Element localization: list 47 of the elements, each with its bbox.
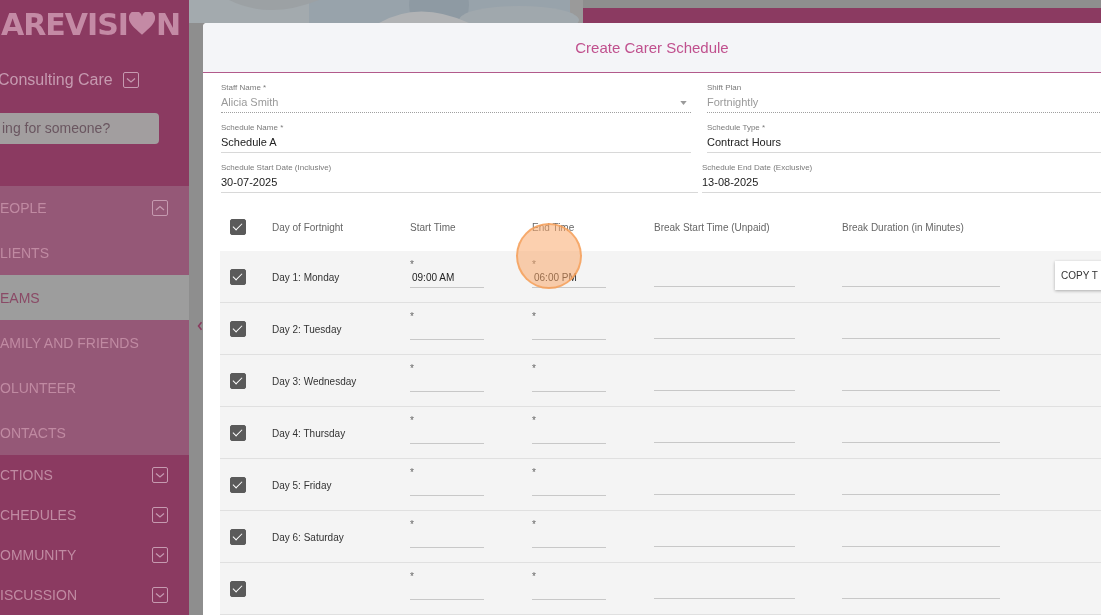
collapse-icon[interactable] [152,200,168,216]
checkbox[interactable] [230,476,246,493]
input-field[interactable]: Schedule Type * Contract Hours [707,122,1101,153]
expand-icon[interactable] [152,507,168,523]
checkbox[interactable] [230,219,246,235]
day-label: Day 2: Tuesday [272,324,342,335]
time-field[interactable]: * [410,571,484,600]
column-header: Start Time [410,221,457,233]
input-field[interactable]: Schedule End Date (Exclusive) 13-08-2025 [702,162,1101,193]
heart-icon [128,12,155,37]
column-header: Day of Fortnight [271,221,345,233]
copy-button[interactable]: COPY T [1055,261,1101,290]
day-label: Day 1: Monday [272,272,340,283]
column-header: Break Start Time (Unpaid) [654,221,771,233]
logo-text: AREVISI [1,6,128,42]
checkbox[interactable] [230,268,246,285]
time-field[interactable]: * [532,571,606,600]
checkbox[interactable] [230,320,246,337]
time-field[interactable]: * [532,415,606,444]
logo-text: N [155,6,181,42]
search-field[interactable]: ing for someone? [0,112,159,144]
expand-icon[interactable] [152,547,168,563]
time-field[interactable]: * [532,363,606,392]
day-label: Day 5: Friday [272,480,332,491]
dropdown-icon[interactable] [122,71,139,88]
time-field[interactable]: * [410,311,484,340]
checkbox[interactable] [230,528,246,545]
time-field[interactable]: * [410,467,484,496]
checkbox[interactable] [230,372,246,389]
column-header: Break Duration (in Minutes) [842,221,965,233]
day-label: Day 4: Thursday [272,428,346,439]
input-field[interactable]: Schedule Name * Schedule A [221,122,691,153]
time-field[interactable]: * [410,415,484,444]
time-field[interactable]: * [532,311,606,340]
time-field[interactable]: * [410,519,484,548]
day-label: Day 3: Wednesday [272,376,357,387]
time-field[interactable]: * [532,467,606,496]
time-field[interactable]: * 09:00 AM [410,259,484,288]
expand-icon[interactable] [152,587,168,603]
checkbox[interactable] [230,580,246,597]
dialog-title: Create Carer Schedule [575,39,729,56]
time-field[interactable]: * [532,519,606,548]
checkbox[interactable] [230,424,246,441]
input-field[interactable]: Schedule Start Date (Inclusive) 30-07-2025 [221,162,698,193]
time-field[interactable]: * [410,363,484,392]
day-label: Day 6: Saturday [272,532,344,543]
expand-icon[interactable] [152,467,168,483]
